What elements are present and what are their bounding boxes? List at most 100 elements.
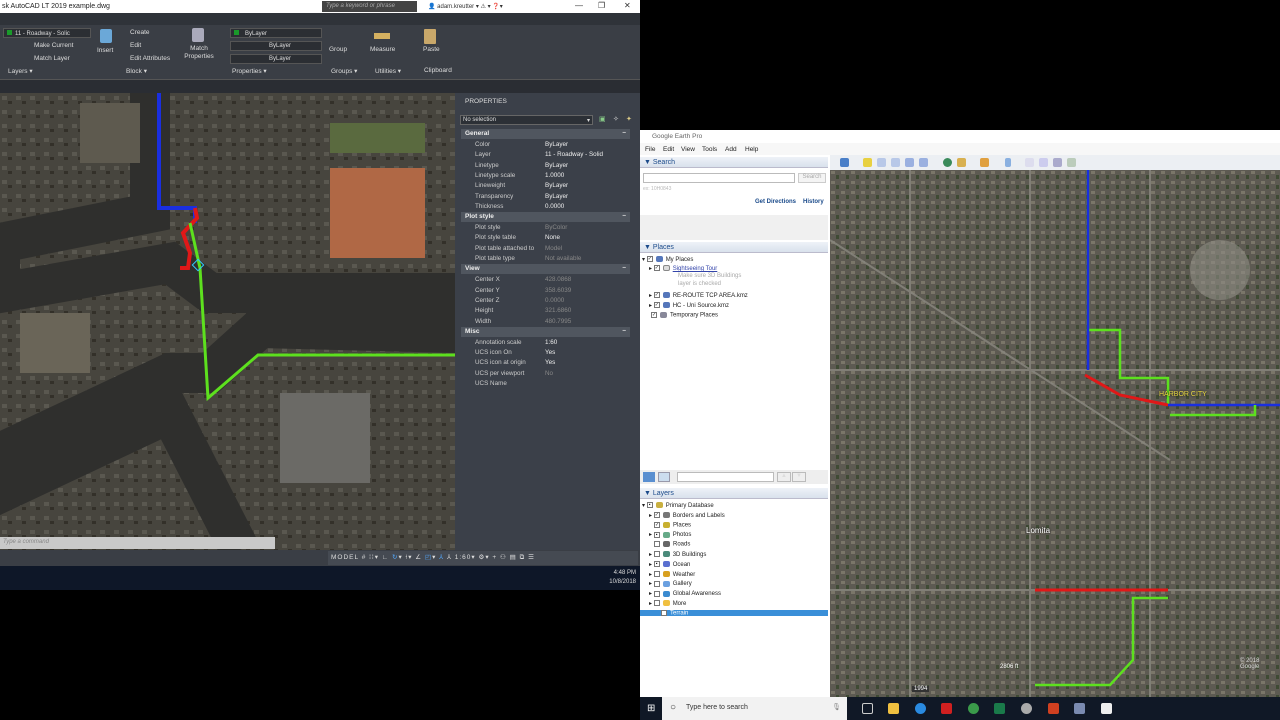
utilities-panel-label[interactable]: Utilities ▾	[375, 67, 401, 75]
property-row[interactable]: Plot table type Not available	[461, 254, 630, 264]
menu-view[interactable]: View	[681, 146, 695, 153]
search-header[interactable]: ▼ Search	[640, 157, 828, 168]
layer-checkbox[interactable]	[653, 590, 660, 597]
microphone-icon[interactable]: 🎙	[832, 703, 841, 711]
move-up-button[interactable]: ▲	[777, 472, 791, 482]
property-row[interactable]: Linetype scale 1.0000	[461, 171, 630, 181]
property-row[interactable]: Center X 428.0868	[461, 275, 630, 285]
sunlight-icon[interactable]	[957, 158, 966, 167]
google-maps-icon[interactable]	[1067, 158, 1076, 167]
help-search-input[interactable]: Type a keyword or phrase	[322, 1, 417, 12]
placemark-icon[interactable]	[863, 158, 872, 167]
layer-item[interactable]: Roads	[649, 541, 690, 548]
maximize-button[interactable]: ❐	[598, 1, 605, 10]
property-row[interactable]: Plot style table None	[461, 233, 630, 243]
windows-start-icon[interactable]: ⊞	[647, 703, 655, 714]
select-objects-icon[interactable]: ✧	[613, 115, 619, 123]
place-my-places[interactable]: ▾ ✓ My Places	[642, 256, 693, 263]
record-tour-icon[interactable]	[919, 158, 928, 167]
layer-checkbox[interactable]	[653, 600, 660, 607]
clock[interactable]: 4:48 PM 10/8/2018	[609, 569, 636, 587]
match-layer-button[interactable]: Match Layer	[34, 55, 70, 62]
property-row[interactable]: Thickness 0.0000	[461, 202, 630, 212]
layer-checkbox[interactable]: ▪	[646, 502, 653, 509]
property-row[interactable]: Plot table attached to Model	[461, 244, 630, 254]
taskbar-search[interactable]: ○ Type here to search 🎙	[662, 697, 847, 720]
panel-toggle-icon[interactable]	[658, 472, 670, 482]
layer-checkbox[interactable]	[661, 609, 668, 616]
planets-icon[interactable]	[980, 158, 989, 167]
section-general[interactable]: General –	[461, 129, 630, 139]
property-row[interactable]: Plot style ByColor	[461, 223, 630, 233]
paste-button[interactable]: Paste	[423, 46, 440, 53]
section-view[interactable]: View –	[461, 264, 630, 275]
earth-map-view[interactable]: HARBOR CITY Lomita 2806 ft 1994 © 2018 G…	[830, 170, 1280, 697]
powerpoint-icon[interactable]	[1048, 703, 1059, 714]
history-link[interactable]: History	[803, 199, 824, 205]
layer-item[interactable]: ▸ ▪ Ocean	[649, 561, 690, 568]
layers-filter-input[interactable]	[677, 472, 774, 482]
layer-checkbox[interactable]: ✓	[654, 521, 661, 528]
object-snap-icon[interactable]: ◰	[425, 554, 432, 561]
properties-panel-label[interactable]: Properties ▾	[232, 67, 267, 75]
project-icon[interactable]	[994, 703, 1005, 714]
drawing-canvas[interactable]	[0, 93, 455, 550]
layer-item[interactable]: ▸ Global Awareness	[649, 590, 721, 597]
property-row[interactable]: Width 480.7995	[461, 317, 630, 327]
layer-item[interactable]: Terrain	[640, 609, 828, 617]
browser-icon[interactable]	[915, 703, 926, 714]
print-icon[interactable]	[1039, 158, 1048, 167]
property-row[interactable]: Layer 11 - Roadway - Solid	[461, 150, 630, 160]
layer-checkbox[interactable]	[653, 551, 660, 558]
chrome-icon[interactable]	[968, 703, 979, 714]
minimize-button[interactable]: —	[575, 1, 583, 10]
property-row[interactable]: UCS per viewport No	[461, 369, 630, 379]
menu-icon[interactable]: ☰	[528, 554, 535, 561]
task-view-icon[interactable]	[862, 703, 873, 714]
quick-select-icon[interactable]: ▣	[599, 115, 606, 123]
section-plot-style[interactable]: Plot style –	[461, 212, 630, 223]
command-line-input[interactable]: Type a command	[0, 537, 275, 549]
model-tab[interactable]: MODEL	[331, 554, 359, 561]
layer-checkbox[interactable]	[653, 580, 660, 587]
sidebar-toggle-icon[interactable]	[840, 158, 849, 167]
property-row[interactable]: Linetype ByLayer	[461, 161, 630, 171]
move-down-button[interactable]: ▼	[792, 472, 806, 482]
layer-checkbox[interactable]: ✓	[653, 512, 660, 519]
place-sightseeing-tour[interactable]: ▸ ✓ Sightseeing Tour	[649, 265, 717, 272]
isodraft-icon[interactable]: ⟊	[406, 554, 409, 561]
collapse-icon[interactable]: –	[622, 264, 626, 271]
layer-item[interactable]: ▸ ▪ Photos	[649, 531, 691, 538]
gear-icon[interactable]: ⚙	[479, 554, 486, 561]
image-overlay-icon[interactable]	[905, 158, 914, 167]
linetype-dropdown[interactable]: ByLayer	[230, 41, 322, 51]
section-misc[interactable]: Misc –	[461, 326, 630, 337]
group-button[interactable]: Group	[329, 46, 347, 53]
email-icon[interactable]	[1025, 158, 1034, 167]
measure-button[interactable]: Measure	[370, 46, 395, 53]
layers-panel-label[interactable]: Layers ▾	[8, 67, 33, 75]
hardware-icon[interactable]: ▤	[510, 554, 517, 561]
place-hc-kmz[interactable]: ▸ ✓ HC - Uni Source.kmz	[649, 302, 729, 309]
property-row[interactable]: Center Y 358.6039	[461, 286, 630, 296]
search-layers-icon[interactable]	[643, 472, 655, 482]
polar-icon[interactable]: ↻	[392, 554, 398, 561]
layer-item[interactable]: ▸ 3D Buildings	[649, 551, 706, 558]
menu-tools[interactable]: Tools	[702, 146, 717, 153]
create-block-button[interactable]: Create	[130, 29, 150, 36]
grid-icon[interactable]: #	[362, 554, 367, 561]
layer-checkbox[interactable]: ▪	[653, 531, 660, 538]
property-row[interactable]: Annotation scale 1:60	[461, 338, 630, 348]
menu-file[interactable]: File	[645, 146, 655, 153]
menu-add[interactable]: Add	[725, 146, 737, 153]
layer-item[interactable]: ▸ Weather	[649, 571, 695, 578]
save-image-icon[interactable]	[1053, 158, 1062, 167]
snap-icon[interactable]: ⁞⁞	[369, 554, 375, 561]
ge-search-input[interactable]	[643, 173, 795, 183]
historical-imagery-icon[interactable]	[943, 158, 952, 167]
selection-dropdown[interactable]: No selection ▾	[460, 115, 593, 125]
layer-item[interactable]: ▸ ✓ Borders and Labels	[649, 512, 725, 519]
polygon-icon[interactable]	[877, 158, 886, 167]
edit-block-button[interactable]: Edit	[130, 42, 141, 49]
place-reroute-kmz[interactable]: ▸ ✓ RE-ROUTE TCP AREA.kmz	[649, 292, 748, 299]
